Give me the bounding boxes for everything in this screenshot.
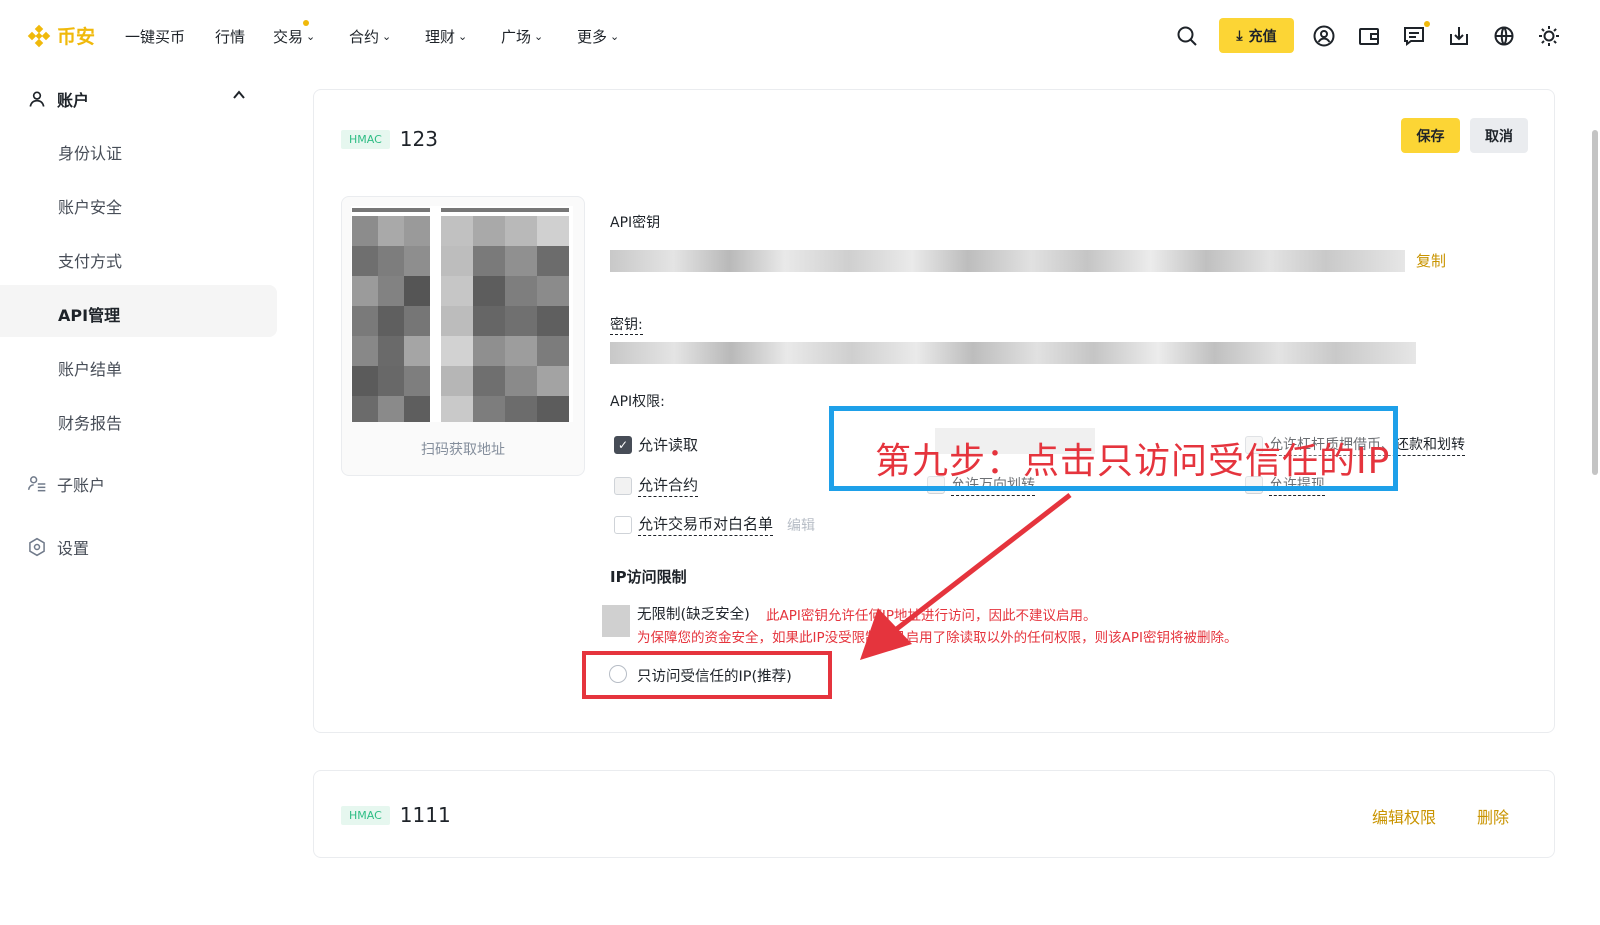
sidebar-subaccount[interactable]: 子账户 [27, 472, 105, 496]
hmac-badge: HMAC [341, 129, 390, 149]
nav-futures[interactable]: 合约 ⌄ [349, 26, 391, 47]
nav-label: 行情 [215, 28, 246, 46]
edit-whitelist-link[interactable]: 编辑 [787, 515, 815, 535]
sidebar-account-header[interactable]: 账户 [27, 84, 252, 114]
api-key-label: API密钥 [610, 215, 661, 231]
nav-square[interactable]: 广场 ⌄ [501, 26, 543, 47]
sidebar-item-reports[interactable]: 财务报告 [58, 410, 122, 434]
settings-hexagon-icon [29, 537, 45, 557]
copy-api-key-link[interactable]: 复制 [1416, 250, 1446, 271]
top-navigation: 币安 一键买币 行情 交易 ⌄ 合约 ⌄ 理财 ⌄ 广场 ⌄ 更多 ⌄ ⤓ 充值 [0, 0, 1600, 72]
user-profile-icon[interactable] [1310, 22, 1338, 50]
qr-caption: 扫码获取地址 [421, 442, 505, 458]
perm-whitelist-row: 允许交易币对白名单 编辑 [614, 513, 815, 536]
save-button[interactable]: 保存 [1401, 118, 1460, 153]
ip-restriction-label: IP访问限制 [610, 568, 687, 586]
perm-futures-label: 允许合约 [638, 474, 699, 497]
qr-code-image [351, 206, 573, 422]
nav-label: 交易 [273, 28, 304, 46]
sidebar-item-security[interactable]: 账户安全 [58, 194, 122, 218]
wallet-icon[interactable] [1355, 22, 1383, 50]
perm-futures-row: 允许合约 [614, 474, 699, 497]
arrow-icon [860, 493, 1072, 660]
notification-dot [303, 20, 309, 26]
sidebar-item-statements[interactable]: 账户结单 [58, 356, 122, 380]
ip-unrestricted-label: 无限制(缺乏安全) [637, 607, 750, 623]
notification-dot [1424, 21, 1430, 27]
perm-whitelist-checkbox[interactable] [614, 515, 632, 534]
perm-futures-checkbox[interactable] [614, 476, 632, 495]
deposit-label: 充值 [1248, 28, 1277, 45]
api-key-value-redacted [610, 250, 1405, 272]
sidebar-settings-label: 设置 [57, 539, 90, 558]
chevron-down-icon: ⌄ [458, 30, 468, 43]
download-icon: ⤓ [1236, 27, 1243, 44]
nav-label: 更多 [577, 28, 608, 46]
scrollbar-thumb[interactable] [1592, 130, 1598, 475]
edit-permissions-link[interactable]: 编辑权限 [1372, 804, 1436, 828]
download-app-icon[interactable] [1445, 22, 1473, 50]
sidebar-settings[interactable]: 设置 [27, 535, 89, 559]
sidebar-subaccount-label: 子账户 [57, 476, 106, 495]
search-icon[interactable] [1173, 22, 1201, 50]
theme-sun-icon[interactable] [1535, 22, 1563, 50]
api-key-card-2 [313, 770, 1555, 858]
api-permissions-label: API权限: [610, 394, 665, 410]
qr-panel: 扫码获取地址 [341, 196, 585, 476]
language-globe-icon[interactable] [1490, 22, 1518, 50]
nav-markets[interactable]: 行情 [215, 26, 245, 47]
chevron-down-icon: ⌄ [382, 30, 392, 43]
secret-key-label: 密钥: [610, 314, 643, 335]
hmac-badge: HMAC [341, 805, 390, 825]
api-key-name: 1111 [399, 803, 451, 827]
api-key-name: 123 [399, 127, 438, 151]
binance-logo-icon [27, 24, 51, 48]
nav-buy-crypto[interactable]: 一键买币 [125, 26, 185, 47]
chevron-up-icon[interactable] [232, 87, 246, 106]
secret-key-value-redacted [610, 342, 1416, 364]
perm-read-checkbox[interactable]: ✓ [614, 435, 632, 454]
api-card2-title: HMAC 1111 [341, 803, 451, 827]
unrestricted-radio[interactable] [602, 605, 630, 637]
perm-read-label: 允许读取 [638, 436, 699, 454]
sidebar-item-api-management[interactable]: API管理 [58, 302, 120, 326]
chevron-down-icon: ⌄ [306, 30, 316, 43]
nav-label: 广场 [501, 28, 532, 46]
deposit-button[interactable]: ⤓ 充值 [1219, 18, 1294, 53]
nav-label: 一键买币 [125, 28, 186, 46]
delete-api-link[interactable]: 删除 [1477, 804, 1509, 828]
message-icon[interactable] [1400, 22, 1428, 50]
sidebar-item-payment[interactable]: 支付方式 [58, 248, 122, 272]
nav-label: 合约 [349, 28, 380, 46]
chevron-down-icon: ⌄ [534, 30, 544, 43]
highlight-box [582, 651, 832, 699]
brand-name: 币安 [57, 26, 96, 48]
sidebar-item-identity[interactable]: 身份认证 [58, 140, 122, 164]
nav-label: 理财 [425, 28, 456, 46]
nav-earn[interactable]: 理财 ⌄ [425, 26, 467, 47]
sidebar-active-highlight [0, 285, 277, 337]
perm-whitelist-label: 允许交易币对白名单 [638, 513, 774, 536]
subaccount-icon [27, 476, 46, 492]
brand-logo[interactable]: 币安 [27, 22, 95, 49]
user-icon [29, 91, 45, 107]
annotation-step-text: 第九步：点击只访问受信任的IP [875, 441, 1391, 482]
perm-read-row: ✓ 允许读取 [614, 434, 698, 455]
sidebar-account-label: 账户 [57, 91, 90, 110]
nav-more[interactable]: 更多 ⌄ [577, 26, 619, 47]
api-card-title: HMAC 123 [341, 127, 438, 151]
cancel-button[interactable]: 取消 [1470, 118, 1528, 153]
chevron-down-icon: ⌄ [610, 30, 620, 43]
nav-trade[interactable]: 交易 ⌄ [273, 26, 315, 47]
